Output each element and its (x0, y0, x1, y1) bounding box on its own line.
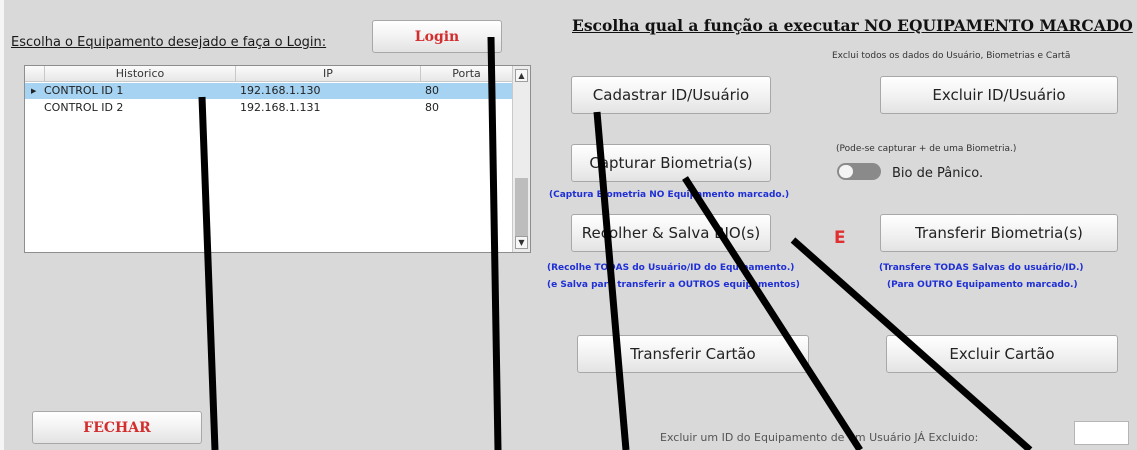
table-row[interactable]: ▶ CONTROL ID 1 192.168.1.130 80 (25, 83, 513, 99)
recolher-note-1: (Recolhe TODAS do Usuário/ID do Equipame… (547, 263, 795, 273)
recolher-note-2: (e Salva para transferir a OUTROS equipa… (547, 280, 800, 290)
equipment-grid[interactable]: Historico IP Porta ▶ CONTROL ID 1 192.16… (24, 65, 531, 253)
row-header-corner (25, 66, 45, 82)
column-header-historico[interactable]: Historico (45, 66, 236, 82)
transfer-note-2: (Para OUTRO Equipamento marcado.) (887, 280, 1078, 290)
cell-historico: CONTROL ID 2 (44, 101, 124, 114)
cell-porta: 80 (425, 101, 439, 114)
excluir-usuario-button[interactable]: Excluir ID/Usuário (880, 76, 1118, 114)
transfer-note-1: (Transfere TODAS Salvas do usuário/ID.) (879, 263, 1084, 273)
scroll-down-icon[interactable]: ▼ (515, 236, 528, 249)
transferir-biometria-button[interactable]: Transferir Biometria(s) (880, 214, 1118, 252)
panico-label: Bio de Pânico. (892, 166, 984, 181)
table-row[interactable]: CONTROL ID 2 192.168.1.131 80 (25, 100, 513, 116)
excluir-id-label: Excluir um ID do Equipamento de um Usuár… (660, 431, 979, 444)
cadastrar-usuario-button[interactable]: Cadastrar ID/Usuário (571, 76, 771, 114)
capture-hint: (Pode-se capturar + de uma Biometria.) (836, 144, 1017, 154)
row-selector-icon: ▶ (31, 87, 37, 95)
column-header-ip[interactable]: IP (236, 66, 421, 82)
cell-ip: 192.168.1.131 (240, 101, 321, 114)
cell-historico: CONTROL ID 1 (44, 84, 124, 97)
capturar-biometria-button[interactable]: Capturar Biometria(s) (571, 144, 771, 182)
scroll-thumb[interactable] (515, 178, 528, 238)
excluir-note: Exclui todos os dados do Usuário, Biomet… (832, 51, 1071, 61)
capture-blue-note: (Captura Biometria NO Equipamento marcad… (549, 190, 790, 200)
close-button[interactable]: FECHAR (32, 411, 202, 444)
cell-porta: 80 (425, 84, 439, 97)
grid-scrollbar[interactable]: ▲ ▼ (512, 66, 530, 252)
toggle-knob (839, 165, 853, 178)
transferir-cartao-button[interactable]: Transferir Cartão (577, 335, 809, 373)
equipment-prompt-label: Escolha o Equipamento desejado e faça o … (11, 35, 327, 50)
excluir-cartao-button[interactable]: Excluir Cartão (886, 335, 1118, 373)
page-title: Escolha qual a função a executar NO EQUI… (572, 16, 1133, 35)
login-button[interactable]: Login (372, 20, 502, 53)
scroll-up-icon[interactable]: ▲ (515, 69, 528, 82)
e-marker: E (834, 228, 846, 248)
recolher-salva-bio-button[interactable]: Recolher & Salva BIO(s) (571, 214, 771, 252)
panico-toggle[interactable] (837, 163, 881, 180)
excluir-id-input[interactable] (1074, 421, 1129, 445)
main-panel: Escolha o Equipamento desejado e faça o … (4, 0, 1137, 450)
cell-ip: 192.168.1.130 (240, 84, 321, 97)
column-header-porta[interactable]: Porta (421, 66, 513, 82)
